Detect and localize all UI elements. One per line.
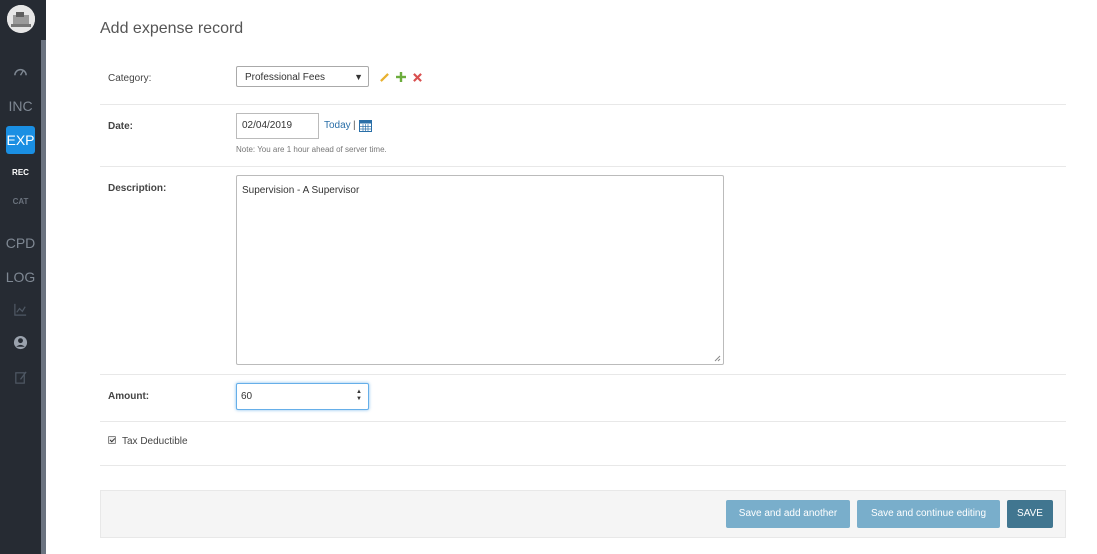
chart-icon[interactable]: [13, 302, 28, 317]
user-icon[interactable]: [13, 335, 28, 350]
nav-expense-records[interactable]: REC: [0, 168, 41, 177]
save-add-another-button[interactable]: Save and add another: [726, 500, 850, 528]
tax-deductible-label: Tax Deductible: [122, 436, 188, 447]
amount-value: 60: [241, 391, 253, 402]
page-title: Add expense record: [100, 20, 244, 37]
notes-icon[interactable]: [13, 370, 28, 385]
delete-x-icon[interactable]: [413, 73, 422, 82]
server-time-note: Note: You are 1 hour ahead of server tim…: [236, 145, 387, 154]
dashboard-icon[interactable]: [13, 64, 28, 79]
category-select[interactable]: Professional Fees ▼: [236, 66, 369, 87]
add-plus-icon[interactable]: [396, 72, 406, 82]
date-separator: |: [353, 120, 356, 131]
sidebar-scrollbar[interactable]: [41, 40, 46, 554]
caret-down-icon: ▼: [354, 72, 363, 82]
avatar[interactable]: [7, 5, 35, 33]
nav-cpd[interactable]: CPD: [0, 235, 41, 251]
nav-log[interactable]: LOG: [0, 269, 41, 285]
description-textarea[interactable]: Supervision - A Supervisor: [236, 175, 724, 365]
number-spinner[interactable]: ▲ ▼: [356, 389, 362, 403]
nav-expenses[interactable]: EXP: [6, 126, 35, 154]
category-selected-value: Professional Fees: [245, 72, 326, 83]
resize-handle-icon[interactable]: [714, 355, 721, 362]
nav-income[interactable]: INC: [0, 98, 41, 114]
date-label: Date:: [108, 121, 134, 132]
description-label: Description:: [108, 183, 167, 194]
description-text: Supervision - A Supervisor: [242, 185, 360, 196]
date-input[interactable]: 02/04/2019: [236, 113, 319, 139]
today-link[interactable]: Today: [324, 120, 351, 131]
tax-deductible-checkbox[interactable]: [108, 436, 116, 444]
category-label: Category:: [108, 73, 152, 84]
amount-input[interactable]: 60 ▲ ▼: [236, 383, 369, 410]
save-continue-editing-button[interactable]: Save and continue editing: [857, 500, 1000, 528]
edit-pencil-icon[interactable]: [380, 73, 389, 82]
avatar-image-icon: [7, 5, 35, 33]
amount-label: Amount:: [108, 391, 150, 402]
nav-expense-categories[interactable]: CAT: [0, 197, 41, 206]
calendar-icon[interactable]: [359, 119, 372, 132]
save-button[interactable]: SAVE: [1007, 500, 1053, 528]
